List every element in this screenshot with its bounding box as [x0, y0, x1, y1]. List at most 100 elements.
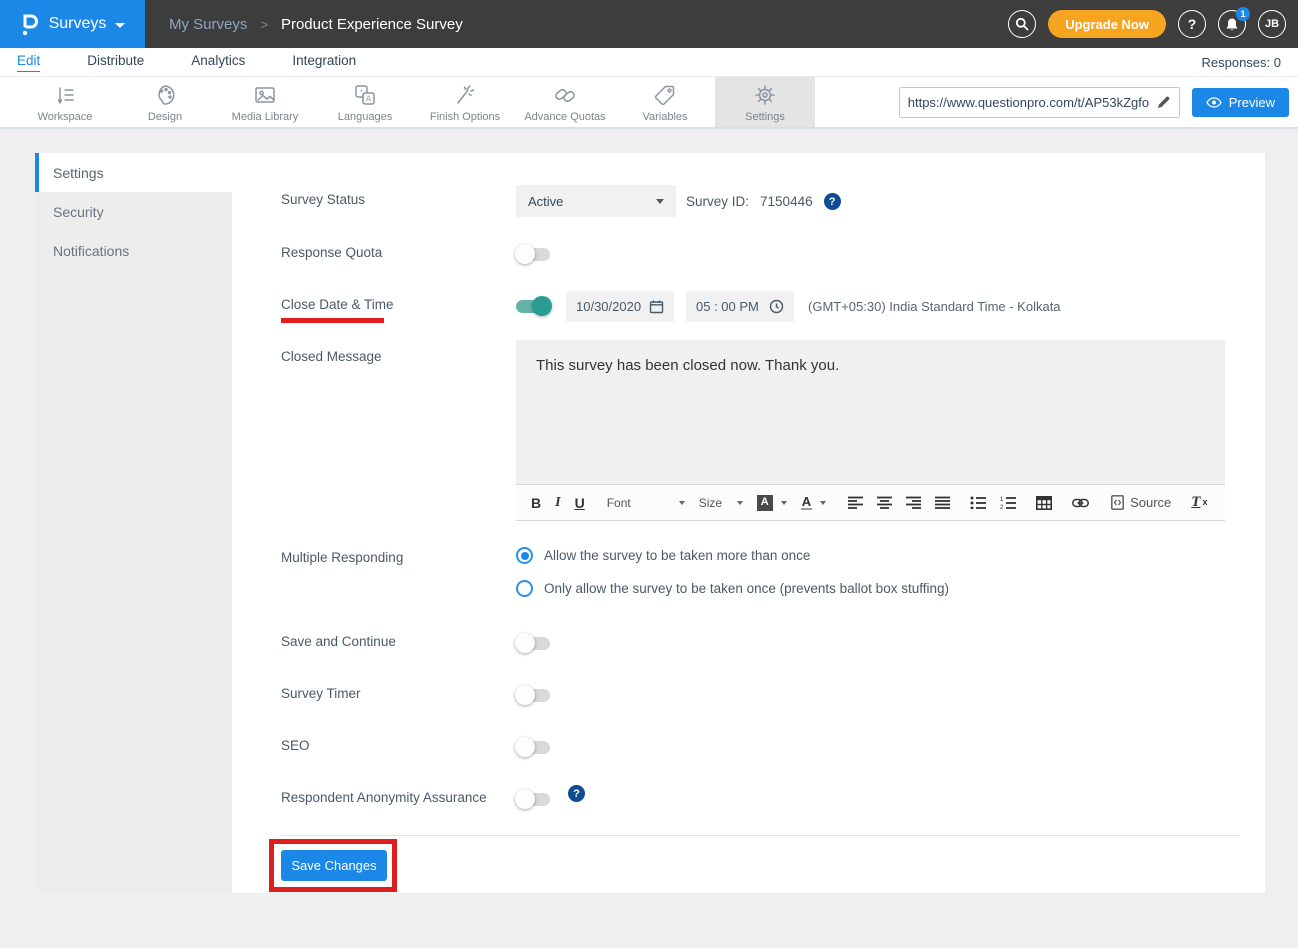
toolbar-item-label: Settings — [745, 111, 785, 123]
toolbar-item-workspace[interactable]: Workspace — [15, 77, 115, 127]
chain-icon — [552, 82, 578, 108]
toolbar-item-label: Variables — [642, 111, 687, 123]
font-label: Font — [607, 496, 631, 510]
toolbar-item-variables[interactable]: Variables — [615, 77, 715, 127]
tab-edit[interactable]: Edit — [17, 53, 40, 72]
toolbar-item-settings[interactable]: Settings — [715, 77, 815, 127]
sidebar-item-settings[interactable]: Settings — [35, 153, 232, 192]
breadcrumb-my-surveys[interactable]: My Surveys — [169, 16, 247, 33]
font-dropdown[interactable]: Font — [607, 496, 685, 510]
survey-status-select[interactable]: Active — [516, 185, 676, 217]
sidebar-item-label: Settings — [53, 165, 104, 181]
source-button[interactable]: Source — [1111, 495, 1171, 510]
radio-unselected-icon[interactable] — [516, 580, 533, 597]
close-date-input[interactable]: 10/30/2020 — [566, 291, 674, 322]
svg-text:1: 1 — [1000, 497, 1004, 503]
settings-sidebar: Settings Security Notifications — [35, 153, 232, 893]
chevron-down-icon — [820, 501, 826, 505]
numbered-list-button[interactable]: 12 — [1000, 496, 1016, 509]
save-and-continue-label: Save and Continue — [281, 634, 396, 649]
toggle-knob — [515, 789, 535, 809]
image-icon — [252, 82, 278, 108]
survey-id-help-icon[interactable]: ? — [824, 193, 841, 210]
toggle-knob — [515, 737, 535, 757]
multiple-responding-option-1[interactable]: Allow the survey to be taken more than o… — [516, 547, 810, 564]
bullet-list-button[interactable] — [970, 496, 986, 509]
notifications-button[interactable]: 1 — [1218, 10, 1246, 38]
search-icon — [1015, 17, 1029, 31]
toolbar-item-languages[interactable]: A* Languages — [315, 77, 415, 127]
timezone-text: (GMT+05:30) India Standard Time - Kolkat… — [808, 299, 1061, 314]
edit-toolbar: Workspace Design Media Library A* Langua… — [0, 76, 1298, 129]
breadcrumb: My Surveys > Product Experience Survey — [169, 16, 463, 33]
toolbar-item-label: Media Library — [232, 111, 299, 123]
closed-message-textarea[interactable]: This survey has been closed now. Thank y… — [516, 340, 1225, 484]
radio-selected-icon[interactable] — [516, 547, 533, 564]
seo-toggle[interactable] — [516, 741, 550, 754]
chevron-down-icon — [679, 501, 685, 505]
justify-button[interactable] — [935, 496, 950, 509]
chevron-down-icon — [656, 199, 664, 204]
align-right-button[interactable] — [906, 496, 921, 509]
toolbar-item-design[interactable]: Design — [115, 77, 215, 127]
insert-table-button[interactable] — [1036, 496, 1052, 510]
remove-format-button[interactable]: Tx — [1191, 495, 1207, 510]
app-logo-menu[interactable]: Surveys — [0, 0, 145, 48]
underline-button[interactable]: U — [575, 496, 585, 510]
survey-url-input[interactable] — [908, 95, 1156, 110]
closed-message-editor: This survey has been closed now. Thank y… — [516, 340, 1225, 521]
italic-button[interactable]: I — [555, 496, 560, 510]
sidebar-item-notifications[interactable]: Notifications — [35, 231, 232, 270]
edit-url-icon[interactable] — [1156, 95, 1171, 110]
close-date-time-label: Close Date & Time — [281, 297, 394, 312]
align-left-button[interactable] — [848, 496, 863, 509]
avatar[interactable]: JB — [1258, 10, 1286, 38]
toolbar-item-advance-quotas[interactable]: Advance Quotas — [515, 77, 615, 127]
response-quota-toggle[interactable] — [516, 248, 550, 261]
save-and-continue-toggle[interactable] — [516, 637, 550, 650]
close-date-value: 10/30/2020 — [576, 299, 641, 314]
translate-icon: A* — [352, 82, 378, 108]
toolbar-item-finish-options[interactable]: Finish Options — [415, 77, 515, 127]
toggle-knob — [532, 296, 552, 316]
gear-icon — [752, 82, 778, 108]
tab-integration[interactable]: Integration — [292, 53, 356, 71]
tab-distribute[interactable]: Distribute — [87, 53, 144, 71]
main-nav: Edit Distribute Analytics Integration Re… — [0, 48, 1298, 76]
upgrade-now-button[interactable]: Upgrade Now — [1048, 10, 1166, 38]
chevron-down-icon — [737, 501, 743, 505]
multiple-responding-option-2[interactable]: Only allow the survey to be taken once (… — [516, 580, 949, 597]
text-color-button[interactable]: A — [801, 495, 826, 510]
align-center-button[interactable] — [877, 496, 892, 509]
save-changes-button[interactable]: Save Changes — [281, 850, 387, 881]
size-dropdown[interactable]: Size — [699, 496, 743, 510]
close-time-value: 05 : 00 PM — [696, 299, 759, 314]
tab-analytics[interactable]: Analytics — [191, 53, 245, 71]
survey-timer-toggle[interactable] — [516, 689, 550, 702]
topbar-actions: Upgrade Now ? 1 JB — [1008, 10, 1298, 38]
respondent-anonymity-help-icon[interactable]: ? — [568, 785, 585, 802]
sidebar-item-security[interactable]: Security — [35, 192, 232, 231]
bold-button[interactable]: B — [531, 496, 541, 510]
search-button[interactable] — [1008, 10, 1036, 38]
justify-icon — [935, 496, 950, 509]
svg-text:*: * — [360, 89, 363, 96]
insert-link-button[interactable] — [1072, 498, 1089, 508]
brand-label: Surveys — [49, 15, 107, 33]
questionpro-logo-icon — [20, 11, 40, 37]
eye-icon — [1206, 97, 1222, 108]
wand-icon — [452, 82, 478, 108]
respondent-anonymity-toggle[interactable] — [516, 793, 550, 806]
preview-button[interactable]: Preview — [1192, 88, 1289, 117]
remove-format-sub: x — [1202, 498, 1207, 507]
toolbar-item-media-library[interactable]: Media Library — [215, 77, 315, 127]
help-button[interactable]: ? — [1178, 10, 1206, 38]
toolbar-item-label: Advance Quotas — [524, 111, 605, 123]
close-date-annotation-underline — [281, 318, 384, 323]
close-date-time-toggle[interactable] — [516, 300, 550, 313]
survey-id-group: Survey ID: 7150446 ? — [686, 193, 841, 210]
sidebar-item-label: Notifications — [53, 243, 129, 259]
notification-badge: 1 — [1236, 7, 1250, 21]
background-color-button[interactable]: A — [757, 495, 787, 511]
close-time-input[interactable]: 05 : 00 PM — [686, 291, 794, 322]
